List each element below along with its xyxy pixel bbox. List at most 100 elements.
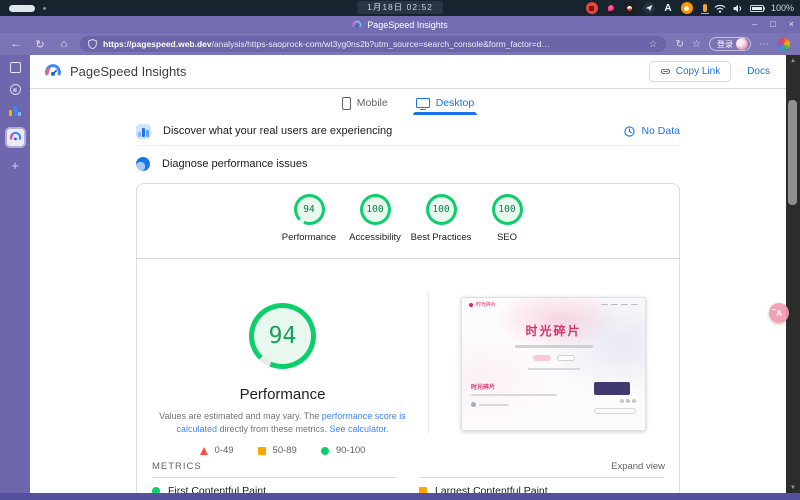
copy-link-button[interactable]: Copy Link <box>649 61 731 82</box>
thumb-logo <box>469 303 473 307</box>
legend-range: 90-100 <box>336 445 366 456</box>
device-tabs: Mobile Desktop <box>30 96 786 115</box>
pagespeed-logo-icon <box>44 63 62 81</box>
reload-icon[interactable]: ↻ <box>32 38 48 51</box>
maximize-icon[interactable]: □ <box>770 20 775 29</box>
real-users-icon <box>136 124 151 139</box>
score-performance[interactable]: 94 Performance <box>276 194 342 258</box>
sidebar-add-icon[interactable]: + <box>11 159 19 172</box>
best-practices-gauge-icon: 100 <box>426 194 457 225</box>
tab-desktop[interactable]: Desktop <box>416 96 475 115</box>
system-tray: A 100% <box>586 2 794 14</box>
browser-sidebar: + <box>0 55 30 493</box>
sparkle-star-icon[interactable]: ☆ <box>692 39 701 50</box>
pagespeed-page: PageSpeed Insights Copy Link Docs Mobile <box>30 55 786 493</box>
browser-tab[interactable]: PageSpeed Insights <box>352 20 448 30</box>
lab-report-card: 94 Performance 100 Accessibility 100 Bes… <box>136 183 680 493</box>
page-screenshot-thumbnail[interactable]: 时光碎片 时光碎片 <box>461 297 646 431</box>
app-tray-icon-red[interactable] <box>586 2 598 14</box>
battery-icon[interactable] <box>750 5 764 12</box>
browser-window: PageSpeed Insights – □ × ← ↻ ⌂ https://p… <box>0 16 800 500</box>
url-scheme: https:// <box>103 39 131 49</box>
metrics-header: METRICS Expand view <box>137 456 679 477</box>
legend-range: 50-89 <box>273 445 297 456</box>
scrollbar[interactable]: ▲ ▼ <box>786 55 800 493</box>
volume-icon[interactable] <box>733 4 743 13</box>
url-domain: pagespeed.web.dev <box>131 39 211 49</box>
window-body: + PageSpeed Insights Copy Link <box>0 55 800 493</box>
avatar <box>736 38 748 50</box>
window-bottom-edge <box>0 493 800 500</box>
scrollbar-thumb[interactable] <box>788 100 797 205</box>
input-method-icon[interactable]: A <box>662 2 674 14</box>
thumb-brand: 时光碎片 <box>476 301 496 308</box>
metric-label: First Contentful Paint <box>168 485 266 493</box>
copy-link-label: Copy Link <box>676 66 720 77</box>
url-input[interactable]: https://pagespeed.web.dev/analysis/https… <box>80 36 666 52</box>
no-data-status[interactable]: No Data <box>624 125 680 137</box>
docs-link[interactable]: Docs <box>747 66 770 77</box>
sidebar-app-icon[interactable] <box>10 84 21 95</box>
category-scores-row: 94 Performance 100 Accessibility 100 Bes… <box>137 184 679 258</box>
sidebar-tabs-icon[interactable] <box>10 62 21 73</box>
accessibility-gauge-icon: 100 <box>360 194 391 225</box>
home-icon[interactable]: ⌂ <box>56 38 72 50</box>
metric-lcp: Largest Contentful Paint 1.2 <box>419 477 664 493</box>
legend-average-icon <box>258 447 266 455</box>
url-text: https://pagespeed.web.dev/analysis/https… <box>103 39 643 49</box>
performance-heading: Performance <box>240 386 326 403</box>
legend-pass-icon <box>321 447 329 455</box>
sidebar-analytics-icon[interactable] <box>9 106 21 116</box>
browser-toolbar: ← ↻ ⌂ https://pagespeed.web.dev/analysis… <box>0 33 800 55</box>
tab-mobile[interactable]: Mobile <box>342 96 388 115</box>
score-label: Accessibility <box>349 232 401 243</box>
app-tray-icon-orange[interactable] <box>681 2 693 14</box>
telegram-icon[interactable] <box>643 2 655 14</box>
header-divider <box>30 88 786 89</box>
wifi-icon[interactable] <box>714 4 726 13</box>
scroll-up-icon[interactable]: ▲ <box>786 58 800 64</box>
translate-float-button[interactable]: A <box>769 303 789 323</box>
disclaimer-text: Values are estimated and may vary. The <box>159 411 322 421</box>
thumb-buttons <box>462 355 645 361</box>
colorful-logo-icon[interactable] <box>777 38 790 51</box>
scroll-down-icon[interactable]: ▼ <box>786 485 800 491</box>
shield-icon[interactable] <box>88 39 97 49</box>
account-login-button[interactable]: 登录 <box>709 37 751 51</box>
tab-title: PageSpeed Insights <box>367 20 448 30</box>
see-calculator-link[interactable]: See calculator. <box>330 424 389 434</box>
performance-gauge-pane: 94 Performance Values are estimated and … <box>137 259 428 456</box>
app-tray-icon-dark[interactable] <box>624 2 636 14</box>
bookmark-star-icon[interactable]: ☆ <box>649 39 658 50</box>
score-best-practices[interactable]: 100 Best Practices <box>408 194 474 258</box>
minimize-icon[interactable]: – <box>752 20 757 29</box>
thumb-text-bar <box>528 368 580 371</box>
app-tray-icon-pink[interactable] <box>605 2 617 14</box>
field-section-label: Discover what your real users are experi… <box>163 125 392 137</box>
pagespeed-gauge-icon <box>9 131 22 144</box>
thumb-hero: 时光碎片 <box>462 322 645 370</box>
thumb-nav-links <box>601 304 638 306</box>
clock-widget[interactable]: 1月18日 02:52 <box>357 1 443 14</box>
browser-tab-bar: PageSpeed Insights – □ × <box>0 16 800 33</box>
seo-gauge-icon: 100 <box>492 194 523 225</box>
field-data-section-header: Discover what your real users are experi… <box>136 117 680 145</box>
score-accessibility[interactable]: 100 Accessibility <box>342 194 408 258</box>
link-icon <box>660 66 671 77</box>
status-dot <box>43 7 46 10</box>
thumb-title: 时光碎片 <box>462 322 645 339</box>
back-icon[interactable]: ← <box>8 38 24 50</box>
overflow-menu-icon[interactable]: ⋯ <box>759 39 769 50</box>
legend-fail-icon <box>200 447 208 455</box>
microphone-indicator-icon[interactable] <box>703 4 707 12</box>
metrics-heading: METRICS <box>152 461 202 472</box>
extension-circle-icon[interactable]: ↻ <box>676 39 684 50</box>
url-path: /analysis/https-saoprock-com/wt3yg0ns2b?… <box>212 39 550 49</box>
notification-pill <box>9 5 35 12</box>
page-title: PageSpeed Insights <box>70 64 186 79</box>
expand-view-button[interactable]: Expand view <box>611 461 665 472</box>
sidebar-item-pagespeed-active[interactable] <box>5 127 26 148</box>
disclaimer-text: directly from these metrics. <box>217 424 330 434</box>
close-icon[interactable]: × <box>789 20 794 29</box>
score-seo[interactable]: 100 SEO <box>474 194 540 258</box>
